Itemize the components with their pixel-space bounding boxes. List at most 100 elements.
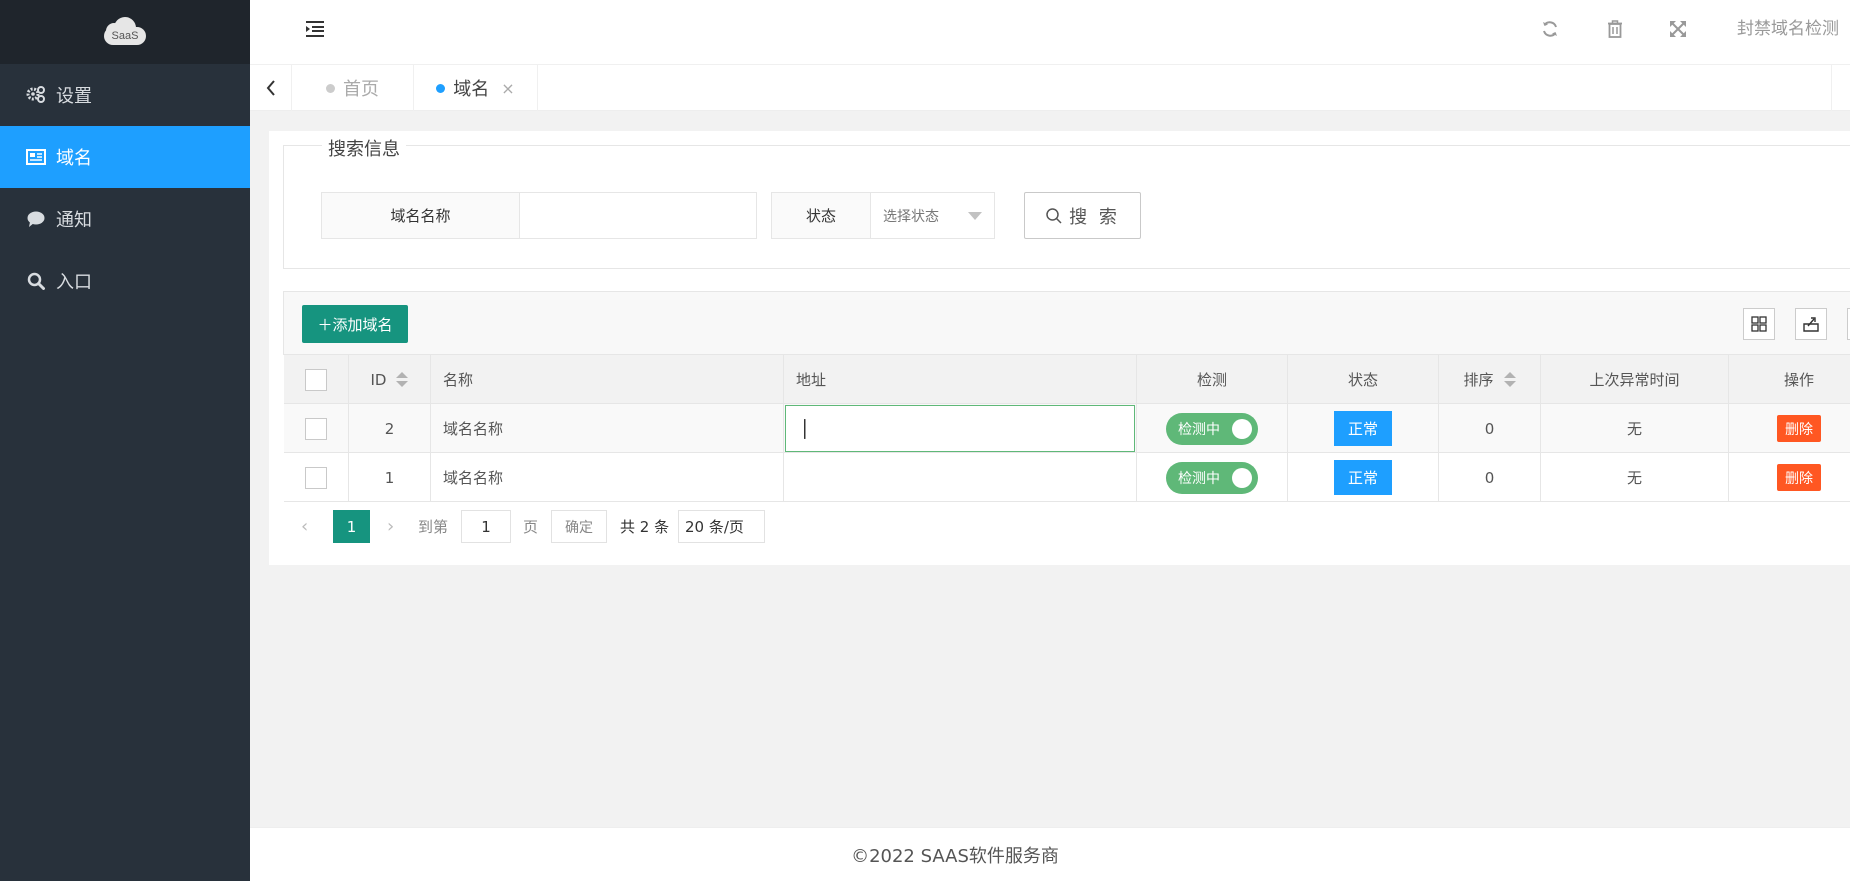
next-page-button[interactable]: › xyxy=(387,516,394,537)
address-column-header: 地址 xyxy=(784,355,1137,404)
id-cell: 2 xyxy=(349,404,431,453)
table-row: 2 域名名称 检测中 正常 0 无 删除 xyxy=(284,404,1850,453)
page-size-select[interactable]: 20 条/页 xyxy=(678,510,765,543)
order-cell[interactable]: 0 xyxy=(1439,453,1541,502)
toggle-label: 检测中 xyxy=(1178,421,1220,438)
logo[interactable]: SaaS xyxy=(0,0,250,64)
tab-domain[interactable]: 域名 × xyxy=(414,65,538,111)
column-label: ID xyxy=(370,370,387,389)
tab-home[interactable]: 首页 xyxy=(292,65,414,111)
status-button[interactable]: 正常 xyxy=(1334,460,1392,495)
sidebar-item-label: 通知 xyxy=(56,210,92,231)
total-count: 共 2 条 xyxy=(620,518,670,536)
gears-icon xyxy=(26,85,46,105)
logo-text: SaaS xyxy=(111,30,139,42)
domain-name-input[interactable] xyxy=(520,193,756,238)
tab-label: 域名 xyxy=(453,79,490,100)
id-column-header[interactable]: ID xyxy=(349,355,431,404)
check-toggle[interactable]: 检测中 xyxy=(1166,412,1258,445)
tab-dot-icon xyxy=(326,83,335,93)
status-button[interactable]: 正常 xyxy=(1334,411,1392,446)
last-error-cell: 无 xyxy=(1541,404,1729,453)
goto-page-input[interactable]: 1 xyxy=(461,510,511,543)
column-label: 排序 xyxy=(1463,371,1494,389)
actions-column-header: 操作 xyxy=(1783,371,1814,389)
header-title[interactable]: 封禁域名检测 xyxy=(1737,14,1839,39)
prev-page-button[interactable]: ‹ xyxy=(301,516,308,537)
table-toolbar: ＋添加域名 xyxy=(283,291,1850,355)
search-icon xyxy=(26,271,46,291)
order-column-header[interactable]: 排序 xyxy=(1439,355,1541,404)
name-column-header: 名称 xyxy=(431,355,784,404)
sidebar-item-domain[interactable]: 域名 xyxy=(0,126,250,188)
refresh-icon[interactable] xyxy=(1537,16,1563,42)
close-icon[interactable]: × xyxy=(501,79,514,98)
status-cell: 正常 xyxy=(1288,404,1439,453)
fullscreen-icon[interactable] xyxy=(1665,16,1691,42)
delete-button[interactable]: 删除 xyxy=(1777,415,1821,442)
sidebar-item-settings[interactable]: 设置 xyxy=(0,64,250,126)
search-panel: 搜索信息 域名名称 状态 选择状态 搜 索 xyxy=(283,135,1850,269)
export-icon[interactable] xyxy=(1795,308,1827,340)
tab-scroll-left-button[interactable] xyxy=(250,65,292,111)
domain-name-label: 域名名称 xyxy=(321,192,520,239)
toggle-knob xyxy=(1232,467,1252,488)
check-cell: 检测中 xyxy=(1137,453,1288,502)
sort-icon[interactable] xyxy=(396,372,409,387)
row-checkbox[interactable] xyxy=(305,417,327,440)
select-all-checkbox[interactable] xyxy=(305,368,327,391)
trash-icon[interactable] xyxy=(1602,16,1628,42)
name-cell[interactable]: 域名名称 xyxy=(431,453,784,502)
table-row: 1 域名名称 检测中 正常 0 无 删除 xyxy=(284,453,1850,502)
columns-icon[interactable] xyxy=(1743,308,1775,340)
top-header: 封禁域名检测 xyxy=(250,0,1850,65)
id-cell: 1 xyxy=(349,453,431,502)
status-select-placeholder: 选择状态 xyxy=(883,208,939,225)
tab-label: 首页 xyxy=(343,79,379,100)
address-edit-input[interactable] xyxy=(805,406,1134,451)
status-column-header: 状态 xyxy=(1288,355,1439,404)
order-cell[interactable]: 0 xyxy=(1439,404,1541,453)
search-button[interactable]: 搜 索 xyxy=(1024,192,1141,239)
last-error-column-header: 上次异常时间 xyxy=(1541,355,1729,404)
status-label: 状态 xyxy=(771,192,871,239)
tab-divider xyxy=(1831,65,1832,111)
address-edit-field[interactable] xyxy=(785,405,1135,452)
add-domain-button[interactable]: ＋添加域名 xyxy=(302,305,408,343)
status-select[interactable]: 选择状态 xyxy=(870,192,995,239)
caret-down-icon xyxy=(968,212,982,220)
check-column-header: 检测 xyxy=(1137,355,1288,404)
domain-name-field[interactable] xyxy=(519,192,757,239)
row-checkbox[interactable] xyxy=(305,466,327,489)
row-checkbox-cell xyxy=(284,453,349,502)
search-button-label: 搜 索 xyxy=(1069,206,1120,228)
toggle-knob xyxy=(1232,418,1252,439)
cloud-logo-icon: SaaS xyxy=(100,15,150,49)
table-header-row: ID 名称 地址 检测 状态 排序 上次异常时间 操作 xyxy=(284,355,1850,404)
page-unit-label: 页 xyxy=(523,518,539,536)
sort-icon[interactable] xyxy=(1503,372,1516,387)
header-checkbox-cell xyxy=(284,355,349,404)
goto-confirm-button[interactable]: 确定 xyxy=(551,510,607,543)
sidebar-item-notification[interactable]: 通知 xyxy=(0,188,250,250)
search-legend: 搜索信息 xyxy=(322,135,406,161)
row-checkbox-cell xyxy=(284,404,349,453)
address-cell[interactable] xyxy=(784,453,1137,502)
comment-icon xyxy=(26,209,46,229)
address-cell[interactable] xyxy=(784,404,1137,453)
check-toggle[interactable]: 检测中 xyxy=(1166,461,1258,494)
delete-button[interactable]: 删除 xyxy=(1777,464,1821,491)
footer: ©2022 SAAS软件服务商 xyxy=(250,827,1850,881)
menu-toggle-icon[interactable] xyxy=(304,18,328,42)
actions-cell: 删除 xyxy=(1729,453,1850,502)
tab-bar: 首页 域名 × xyxy=(250,65,1850,111)
search-icon xyxy=(1046,207,1062,224)
sidebar-item-entry[interactable]: 入口 xyxy=(0,250,250,312)
name-cell[interactable]: 域名名称 xyxy=(431,404,784,453)
footer-copyright: ©2022 SAAS软件服务商 xyxy=(851,845,1059,867)
sidebar-item-label: 域名 xyxy=(56,148,92,169)
check-cell: 检测中 xyxy=(1137,404,1288,453)
current-page-button[interactable]: 1 xyxy=(333,510,370,543)
sidebar-item-label: 入口 xyxy=(56,272,92,293)
pagination: ‹ 1 › 到第 1 页 确定 共 2 条 20 条/页 xyxy=(283,502,1850,550)
